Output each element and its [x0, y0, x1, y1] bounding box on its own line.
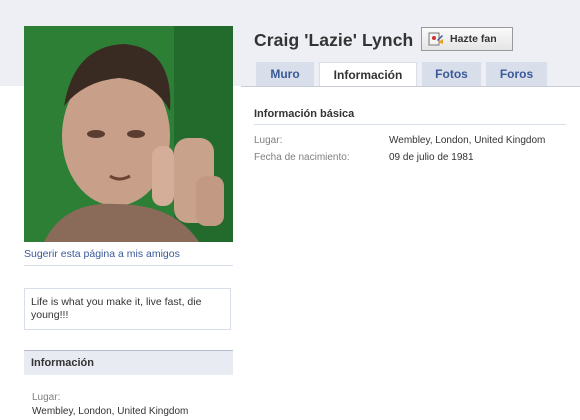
profile-photo[interactable]	[24, 26, 233, 242]
become-fan-button[interactable]: Hazte fan	[421, 27, 513, 51]
become-fan-label: Hazte fan	[450, 33, 497, 45]
basic-info-divider	[254, 124, 566, 125]
info-row-label: Lugar:	[254, 135, 283, 146]
page-title: Craig 'Lazie' Lynch	[254, 30, 414, 50]
suggest-to-friends-link[interactable]: Sugerir esta página a mis amigos	[24, 248, 233, 266]
profile-quote: Life is what you make it, live fast, die…	[24, 288, 231, 330]
tab-foros[interactable]: Foros	[486, 62, 547, 86]
sidebar-info-value: Wembley, London, United Kingdom	[32, 406, 189, 417]
sidebar-info-label: Lugar:	[32, 392, 61, 403]
left-column: Sugerir esta página a mis amigos Life is…	[24, 26, 234, 417]
tab-muro[interactable]: Muro	[256, 62, 314, 86]
tab-divider	[241, 86, 580, 87]
sidebar-info-title: Información	[24, 350, 233, 375]
sidebar-info-box: Información Lugar: Wembley, London, Unit…	[24, 350, 233, 417]
fan-badge-icon	[428, 32, 443, 46]
profile-tabs: Muro Información Fotos Foros	[256, 62, 552, 87]
basic-info-title: Información básica	[254, 108, 355, 120]
tab-informacion[interactable]: Información	[319, 62, 417, 87]
info-row-value: Wembley, London, United Kingdom	[389, 135, 546, 146]
info-row-value: 09 de julio de 1981	[389, 152, 474, 163]
tab-fotos[interactable]: Fotos	[422, 62, 481, 86]
info-row-label: Fecha de nacimiento:	[254, 152, 350, 163]
profile-photo-image	[24, 26, 233, 242]
